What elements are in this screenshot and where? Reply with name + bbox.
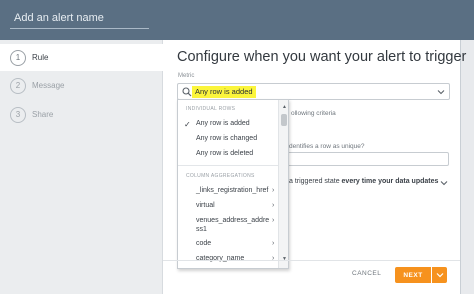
section-individual-rows: INDIVIDUAL ROWS xyxy=(186,106,236,112)
chevron-down-icon[interactable] xyxy=(440,179,448,187)
trigger-state-bold: every time your data updates xyxy=(341,178,439,185)
unique-row-field[interactable] xyxy=(283,152,449,166)
trigger-state-prefix: a triggered state xyxy=(289,178,342,185)
scroll-up-icon[interactable]: ▲ xyxy=(282,104,287,110)
search-icon xyxy=(182,87,192,97)
menu-item-label: Any row is deleted xyxy=(196,150,254,157)
menu-item-label: Any row is changed xyxy=(196,135,258,142)
menu-item-label: _links_registration_href xyxy=(196,187,269,194)
step-message[interactable]: 2 Message xyxy=(0,72,163,99)
menu-item-label: code xyxy=(196,240,212,247)
steps-sidebar: 1 Rule 2 Message 3 Share xyxy=(0,40,163,294)
menu-item-label: ss1 xyxy=(196,226,207,233)
next-options-button[interactable] xyxy=(432,267,447,283)
dropdown-scrollbar[interactable]: ▲ ▼ xyxy=(278,100,288,268)
chevron-right-icon: › xyxy=(272,240,275,247)
menu-item-label: virtual xyxy=(196,202,215,209)
metric-selected-value: Any row is added xyxy=(192,86,256,98)
next-button[interactable]: NEXT xyxy=(395,267,431,283)
step-label: Rule xyxy=(32,53,49,62)
step-label: Share xyxy=(32,110,54,119)
scrollbar-thumb[interactable] xyxy=(281,114,287,126)
chevron-right-icon: › xyxy=(272,187,275,194)
step-label: Message xyxy=(32,81,65,90)
step-number: 1 xyxy=(10,49,26,66)
modal-border xyxy=(460,40,461,294)
unique-row-label: dentifies a row as unique? xyxy=(289,143,365,150)
footer-divider xyxy=(163,260,460,261)
cancel-button[interactable]: CANCEL xyxy=(352,270,381,277)
chevron-down-icon[interactable] xyxy=(437,88,445,96)
step-number: 3 xyxy=(10,106,26,123)
page-title: Configure when you want your alert to tr… xyxy=(177,49,467,65)
menu-divider xyxy=(178,165,278,166)
chevron-right-icon: › xyxy=(272,217,275,224)
scroll-down-icon[interactable]: ▼ xyxy=(282,256,287,262)
step-number: 2 xyxy=(10,77,26,94)
step-share[interactable]: 3 Share xyxy=(0,101,163,128)
metric-label: Metric xyxy=(178,73,195,79)
section-column-aggregations: COLUMN AGGREGATIONS xyxy=(186,173,255,179)
metric-select[interactable]: Any row is added xyxy=(177,83,450,100)
menu-item-label: venues_address_addre xyxy=(196,217,270,224)
chevron-right-icon: › xyxy=(272,202,275,209)
check-icon: ✓ xyxy=(184,120,191,129)
chevron-down-icon xyxy=(436,273,443,278)
metric-dropdown-menu: INDIVIDUAL ROWS ✓ Any row is added Any r… xyxy=(177,99,289,269)
alert-header: Add an alert name xyxy=(0,0,474,40)
criteria-text: ollowing criteria xyxy=(291,110,336,117)
alert-name-input[interactable]: Add an alert name xyxy=(10,7,149,29)
step-rule[interactable]: 1 Rule xyxy=(0,44,163,71)
menu-item-label: Any row is added xyxy=(196,120,250,127)
trigger-state-text: a triggered state every time your data u… xyxy=(289,178,438,185)
